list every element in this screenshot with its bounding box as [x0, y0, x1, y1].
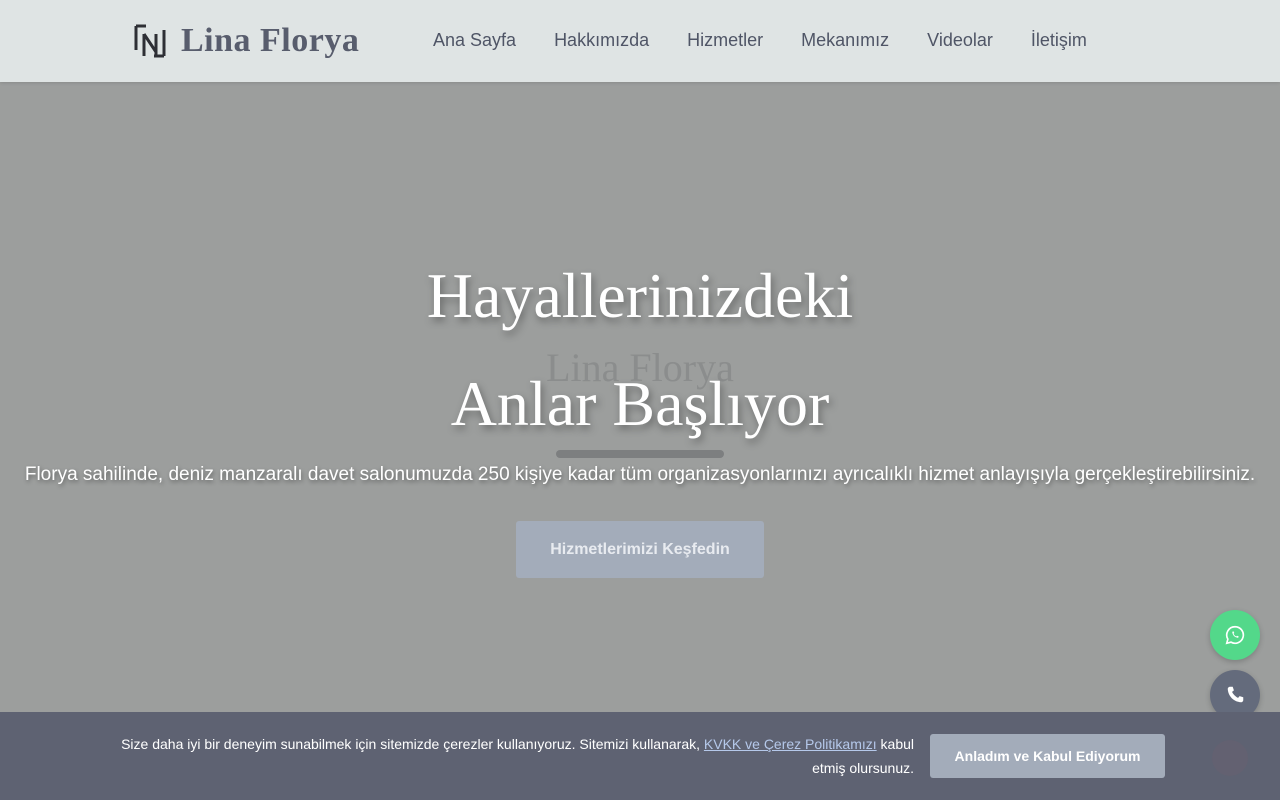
cookie-consent-bar: Size daha iyi bir deneyim sunabilmek içi…: [0, 712, 1280, 800]
hero-divider: [556, 450, 724, 458]
cookie-text-before: Size daha iyi bir deneyim sunabilmek içi…: [121, 736, 704, 752]
back-to-top-button[interactable]: [1212, 740, 1248, 776]
nav-link-hizmetler[interactable]: Hizmetler: [687, 30, 763, 50]
nav-link-mekanimiz[interactable]: Mekanımız: [801, 30, 889, 50]
phone-icon: [1227, 686, 1244, 703]
main-nav: Ana Sayfa Hakkımızda Hizmetler Mekanımız…: [433, 30, 1125, 50]
nav-link-videolar[interactable]: Videolar: [927, 30, 993, 50]
hero-subtitle: Florya sahilinde, deniz manzaralı davet …: [24, 464, 1256, 485]
hero-title-line-1: Hayallerinizdeki: [426, 260, 854, 331]
site-logo[interactable]: Lina Florya: [134, 22, 359, 60]
cookie-message: Size daha iyi bir deneyim sunabilmek içi…: [94, 732, 914, 780]
hero-section: Lina Florya Hayallerinizdeki Anlar Başlı…: [0, 82, 1280, 712]
cookie-accept-button[interactable]: Anladım ve Kabul Ediyorum: [930, 734, 1165, 778]
hero-title-line-2: Anlar Başlıyor: [450, 368, 830, 439]
nav-link-ana-sayfa[interactable]: Ana Sayfa: [433, 30, 516, 50]
kvkk-policy-link[interactable]: KVKK ve Çerez Politikamızı: [704, 736, 877, 752]
whatsapp-button[interactable]: [1210, 610, 1260, 660]
whatsapp-icon: [1225, 625, 1245, 645]
nav-link-hakkimizda[interactable]: Hakkımızda: [554, 30, 649, 50]
logo-text: Lina Florya: [181, 22, 360, 59]
hero-title: Hayallerinizdeki Anlar Başlıyor: [0, 242, 1280, 458]
logo-monogram-icon: [134, 24, 166, 58]
site-header: Lina Florya Ana Sayfa Hakkımızda Hizmetl…: [0, 0, 1280, 82]
nav-link-iletisim[interactable]: İletişim: [1031, 30, 1087, 50]
explore-services-button[interactable]: Hizmetlerimizi Keşfedin: [516, 521, 764, 578]
